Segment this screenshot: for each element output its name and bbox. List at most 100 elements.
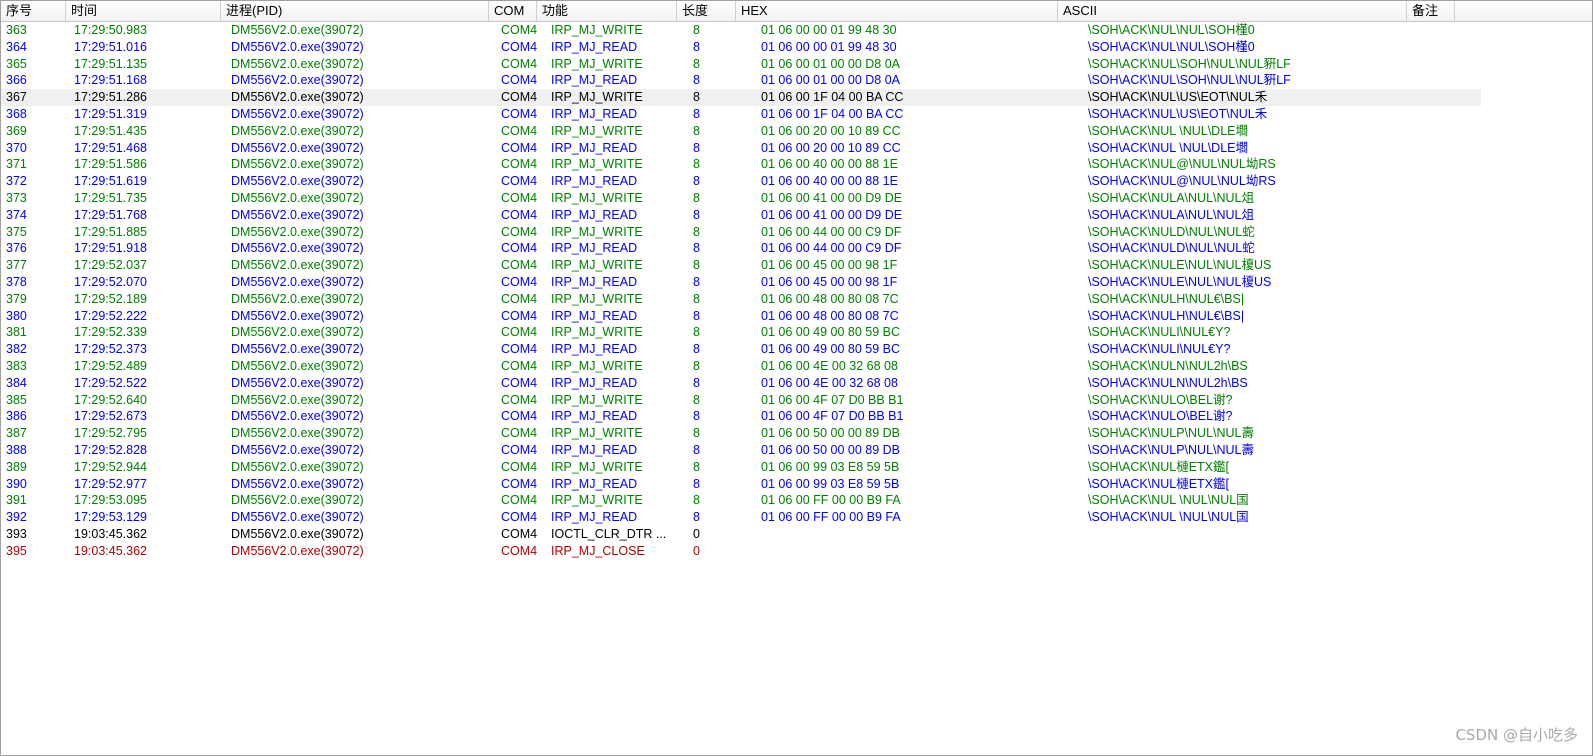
cell-seq: 370 (6, 140, 27, 155)
cell-time: 17:29:53.095 (74, 493, 147, 508)
table-row[interactable]: 377 17:29:52.037 DM556V2.0.exe(39072) COM4 I… (1, 257, 1592, 274)
column-header-process[interactable]: 进程(PID) (221, 1, 489, 21)
cell-com: COM4 (501, 476, 538, 491)
cell-seq: 375 (6, 224, 27, 239)
cell-time: 17:29:50.983 (74, 23, 147, 37)
table-row[interactable]: 382 17:29:52.373 DM556V2.0.exe(39072) COM4 I… (1, 341, 1592, 358)
table-row[interactable]: 384 17:29:52.522 DM556V2.0.exe(39072) COM4 I… (1, 375, 1592, 392)
cell-hex: 01 06 00 00 01 99 48 30 (761, 39, 897, 54)
column-header-note[interactable]: 备注 (1407, 1, 1455, 21)
table-row[interactable]: 378 17:29:52.070 DM556V2.0.exe(39072) COM4 I… (1, 274, 1592, 291)
cell-ascii: \SOH\ACK\NUL@\NUL\NUL坳RS (1088, 174, 1276, 189)
table-row[interactable]: 371 17:29:51.586 DM556V2.0.exe(39072) COM4 I… (1, 156, 1592, 173)
column-header-ascii[interactable]: ASCII (1058, 1, 1407, 21)
cell-seq: 374 (6, 207, 27, 222)
cell-function: IRP_MJ_READ (551, 342, 638, 357)
cell-ascii: \SOH\ACK\NULI\NUL€Y? (1088, 342, 1231, 357)
table-row[interactable]: 392 17:29:53.129 DM556V2.0.exe(39072) COM4 I… (1, 509, 1592, 526)
cell-com: COM4 (501, 375, 538, 390)
cell-ascii: \SOH\ACK\NUL槤ETX鑑[ (1088, 459, 1229, 474)
cell-hex: 01 06 00 00 01 99 48 30 (761, 23, 897, 37)
table-row[interactable]: 387 17:29:52.795 DM556V2.0.exe(39072) COM4 I… (1, 425, 1592, 442)
cell-process: DM556V2.0.exe(39072) (231, 476, 364, 491)
cell-time: 17:29:51.286 (74, 90, 147, 105)
cell-time: 17:29:52.795 (74, 426, 147, 441)
table-row[interactable]: 363 17:29:50.983 DM556V2.0.exe(39072) COM4 I… (1, 22, 1592, 39)
table-row[interactable]: 379 17:29:52.189 DM556V2.0.exe(39072) COM4 I… (1, 291, 1592, 308)
cell-length: 8 (693, 308, 700, 323)
table-row[interactable]: 365 17:29:51.135 DM556V2.0.exe(39072) COM4 I… (1, 56, 1592, 73)
table-row[interactable]: 367 17:29:51.286 DM556V2.0.exe(39072) COM4 I… (1, 89, 1592, 107)
cell-length: 8 (693, 140, 700, 155)
table-row[interactable]: 393 19:03:45.362 DM556V2.0.exe(39072) COM4 I… (1, 526, 1592, 543)
cell-process: DM556V2.0.exe(39072) (231, 107, 364, 121)
table-row[interactable]: 381 17:29:52.339 DM556V2.0.exe(39072) COM4 I… (1, 324, 1592, 341)
table-row[interactable]: 390 17:29:52.977 DM556V2.0.exe(39072) COM4 I… (1, 476, 1592, 493)
table-row[interactable]: 373 17:29:51.735 DM556V2.0.exe(39072) COM4 I… (1, 190, 1592, 207)
table-row[interactable]: 388 17:29:52.828 DM556V2.0.exe(39072) COM4 I… (1, 442, 1592, 459)
table-row[interactable]: 364 17:29:51.016 DM556V2.0.exe(39072) COM4 I… (1, 39, 1592, 56)
table-row[interactable]: 366 17:29:51.168 DM556V2.0.exe(39072) COM4 I… (1, 72, 1592, 89)
column-header-seq[interactable]: 序号 (1, 1, 66, 21)
cell-com: COM4 (501, 325, 538, 340)
table-row[interactable]: 369 17:29:51.435 DM556V2.0.exe(39072) COM4 I… (1, 123, 1592, 140)
cell-ascii: \SOH\ACK\NUL@\NUL\NUL坳RS (1088, 157, 1276, 172)
cell-seq: 395 (6, 543, 27, 558)
cell-length: 8 (693, 459, 700, 474)
cell-time: 17:29:52.489 (74, 359, 147, 373)
table-row[interactable]: 372 17:29:51.619 DM556V2.0.exe(39072) COM4 I… (1, 173, 1592, 190)
cell-hex: 01 06 00 99 03 E8 59 5B (761, 476, 900, 491)
cell-process: DM556V2.0.exe(39072) (231, 459, 364, 474)
cell-seq: 382 (6, 342, 27, 357)
cell-ascii: \SOH\ACK\NULH\NUL€\BS| (1088, 291, 1245, 306)
cell-seq: 392 (6, 510, 27, 525)
table-row[interactable]: 389 17:29:52.944 DM556V2.0.exe(39072) COM4 I… (1, 459, 1592, 476)
cell-seq: 371 (6, 157, 27, 172)
cell-com: COM4 (501, 241, 538, 256)
cell-ascii: \SOH\ACK\NUL \NUL\NUL国 (1088, 510, 1249, 525)
cell-process: DM556V2.0.exe(39072) (231, 224, 364, 239)
cell-hex (761, 526, 1081, 543)
column-header-com[interactable]: COM (489, 1, 537, 21)
cell-time: 17:29:51.619 (74, 174, 147, 189)
cell-process: DM556V2.0.exe(39072) (231, 392, 364, 407)
cell-com: COM4 (501, 157, 538, 172)
cell-time: 17:29:52.828 (74, 443, 147, 457)
cell-hex: 01 06 00 48 00 80 08 7C (761, 308, 899, 323)
cell-seq: 387 (6, 426, 27, 441)
table-row[interactable]: 385 17:29:52.640 DM556V2.0.exe(39072) COM4 I… (1, 392, 1592, 409)
cell-time: 17:29:51.586 (74, 157, 147, 172)
cell-seq: 379 (6, 291, 27, 306)
column-header-hex[interactable]: HEX (736, 1, 1058, 21)
cell-time: 17:29:53.129 (74, 510, 147, 525)
table-row[interactable]: 395 19:03:45.362 DM556V2.0.exe(39072) COM4 I… (1, 543, 1592, 560)
column-header-function[interactable]: 功能 (537, 1, 677, 21)
column-header-time[interactable]: 时间 (66, 1, 221, 21)
cell-hex: 01 06 00 40 00 00 88 1E (761, 157, 898, 172)
cell-length: 8 (693, 107, 700, 121)
table-row[interactable]: 374 17:29:51.768 DM556V2.0.exe(39072) COM4 I… (1, 207, 1592, 224)
table-row[interactable]: 383 17:29:52.489 DM556V2.0.exe(39072) COM4 I… (1, 358, 1592, 375)
cell-ascii: \SOH\ACK\NULD\NUL\NUL蛇 (1088, 224, 1255, 239)
cell-hex: 01 06 00 1F 04 00 BA CC (761, 90, 904, 105)
table-row[interactable]: 391 17:29:53.095 DM556V2.0.exe(39072) COM4 I… (1, 492, 1592, 509)
cell-time: 17:29:51.735 (74, 191, 147, 205)
cell-seq: 388 (6, 443, 27, 457)
cell-time: 19:03:45.362 (74, 527, 147, 541)
table-row[interactable]: 386 17:29:52.673 DM556V2.0.exe(39072) COM4 I… (1, 408, 1592, 425)
cell-function: IRP_MJ_READ (551, 39, 638, 54)
column-header-length[interactable]: 长度 (677, 1, 736, 21)
table-row[interactable]: 375 17:29:51.885 DM556V2.0.exe(39072) COM4 I… (1, 224, 1592, 241)
cell-time: 17:29:51.435 (74, 123, 147, 138)
cell-hex: 01 06 00 41 00 00 D9 DE (761, 207, 903, 222)
table-row[interactable]: 380 17:29:52.222 DM556V2.0.exe(39072) COM4 I… (1, 308, 1592, 325)
table-row[interactable]: 376 17:29:51.918 DM556V2.0.exe(39072) COM4 I… (1, 240, 1592, 257)
table-row[interactable]: 368 17:29:51.319 DM556V2.0.exe(39072) COM4 I… (1, 106, 1592, 123)
cell-function: IRP_MJ_READ (551, 140, 638, 155)
cell-com: COM4 (501, 191, 538, 205)
cell-ascii: \SOH\ACK\NUL槤ETX鑑[ (1088, 476, 1229, 491)
table-row[interactable]: 370 17:29:51.468 DM556V2.0.exe(39072) COM4 I… (1, 140, 1592, 157)
cell-com: COM4 (501, 207, 538, 222)
cell-function: IRP_MJ_READ (551, 308, 638, 323)
cell-time: 19:03:45.362 (74, 543, 147, 558)
